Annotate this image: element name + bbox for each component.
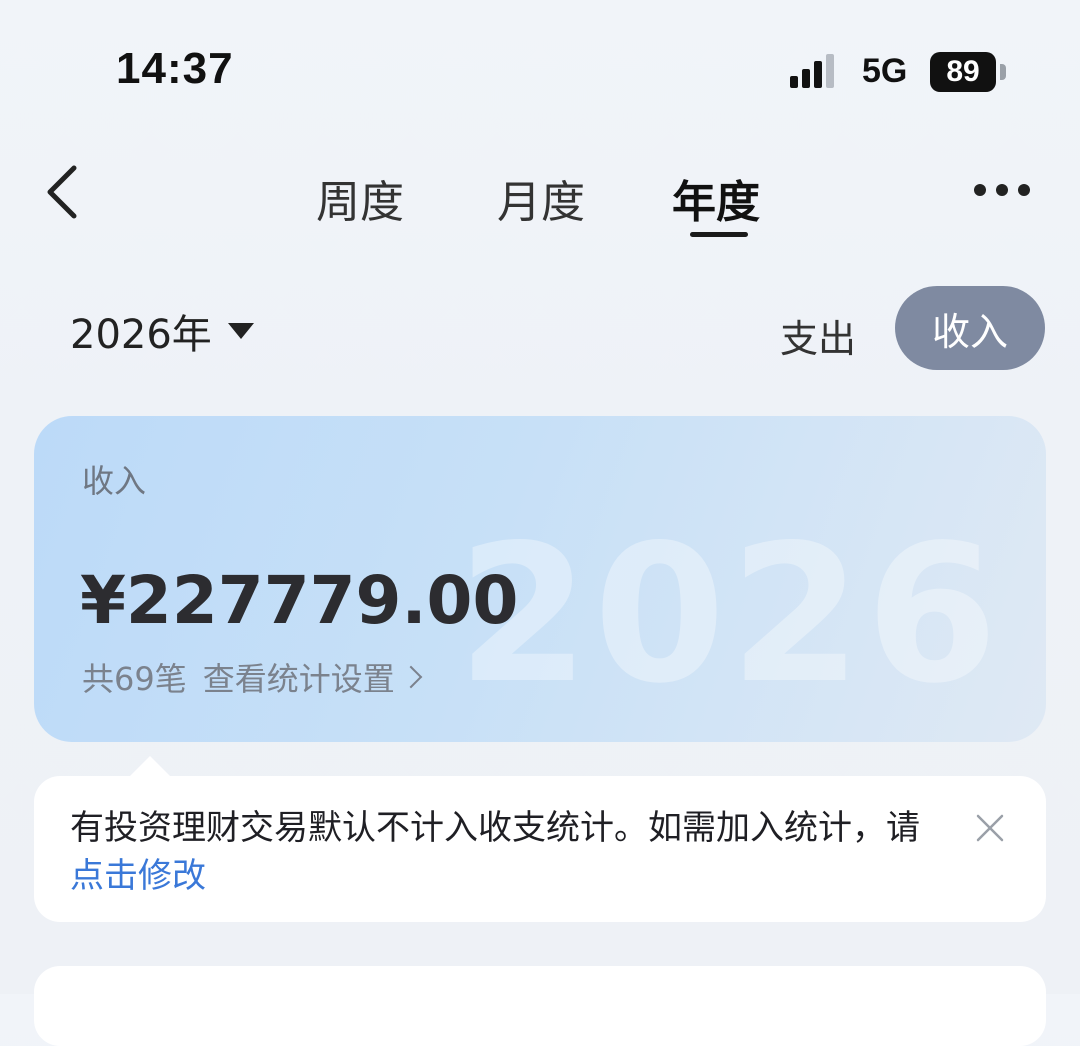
summary-subline: 共69笔 查看统计设置 (82, 654, 423, 700)
settings-link[interactable]: 查看统计设置 (202, 654, 423, 700)
close-icon[interactable] (976, 814, 1004, 842)
summary-label: 收入 (82, 462, 147, 500)
signal-icon (790, 54, 834, 88)
transaction-count: 共69笔 (82, 660, 187, 698)
year-selector[interactable]: 2026年 (70, 302, 254, 360)
settings-link-label: 查看统计设置 (202, 660, 395, 698)
battery-tip (1000, 64, 1006, 80)
network-label: 5G (862, 52, 908, 90)
year-label: 2026年 (70, 312, 212, 358)
battery-icon: 89 (930, 52, 996, 92)
year-watermark: 2026 (457, 504, 1002, 725)
chevron-right-icon (399, 665, 423, 689)
tab-year[interactable]: 年度 (672, 166, 760, 230)
tip-modify-link[interactable]: 点击修改 (70, 852, 950, 900)
tip-pointer (128, 756, 172, 778)
tip-text-block: 有投资理财交易默认不计入收支统计。如需加入统计，请 点击修改 (70, 804, 950, 900)
caret-down-icon (227, 323, 254, 339)
battery-level: 89 (946, 55, 980, 88)
status-time: 14:37 (116, 44, 234, 93)
income-summary-card: 2026 收入 ¥227779.00 共69笔 查看统计设置 (34, 416, 1046, 742)
income-toggle-button[interactable]: 收入 (895, 286, 1045, 370)
chevron-left-icon[interactable] (40, 162, 84, 222)
more-dots-icon[interactable] (970, 178, 1034, 202)
expense-toggle-button[interactable]: 支出 (780, 308, 856, 363)
next-section-card (34, 966, 1046, 1046)
tab-month[interactable]: 月度 (497, 166, 585, 230)
income-total-amount: ¥227779.00 (80, 562, 519, 639)
tip-message: 有投资理财交易默认不计入收支统计。如需加入统计，请 (70, 808, 920, 848)
investment-tip-banner: 有投资理财交易默认不计入收支统计。如需加入统计，请 点击修改 (34, 776, 1046, 922)
active-tab-indicator (690, 232, 748, 237)
tab-week[interactable]: 周度 (316, 166, 404, 230)
